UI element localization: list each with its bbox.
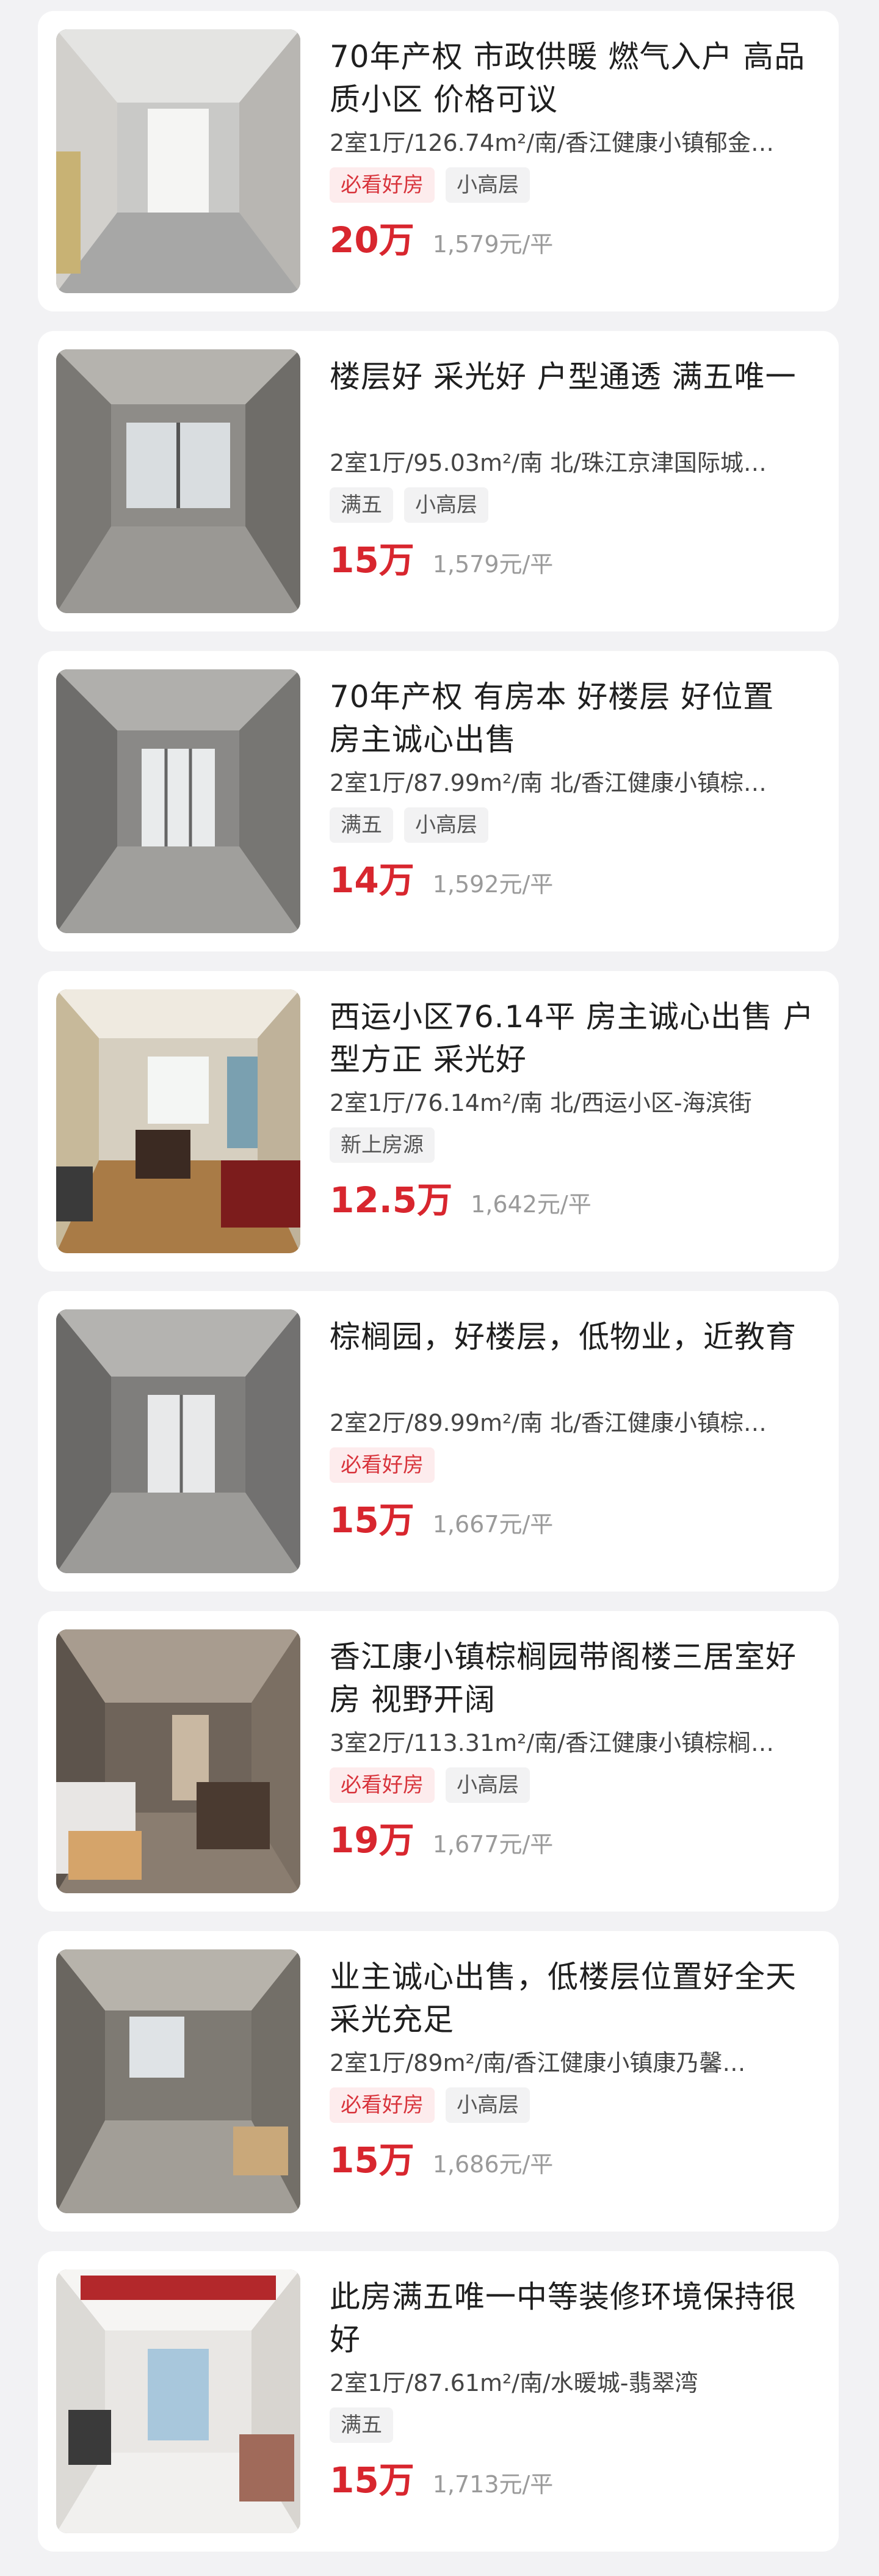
listing-photo[interactable] — [56, 669, 300, 933]
listing-tags: 必看好房 小高层 — [330, 2087, 814, 2123]
listing-title[interactable]: 西运小区76.14平 房主诚心出售 户型方正 采光好 — [330, 995, 814, 1081]
listing-card[interactable]: 70年产权 有房本 好楼层 好位置 房主诚心出售 2室1厅/87.99m²/南 … — [38, 651, 839, 951]
listing-tags: 必看好房 小高层 — [330, 167, 814, 203]
listing-title[interactable]: 此房满五唯一中等装修环境保持很好 — [330, 2276, 814, 2361]
listing-meta: 2室1厅/87.61m²/南/水暖城-翡翠湾 — [330, 2370, 698, 2396]
listing-photo[interactable] — [56, 29, 300, 293]
tag-must-see: 必看好房 — [330, 1447, 435, 1483]
tag-must-see: 必看好房 — [330, 2087, 435, 2123]
listing-photo[interactable] — [56, 349, 300, 613]
tag-floor-type: 小高层 — [446, 167, 530, 203]
listing-title[interactable]: 70年产权 市政供暖 燃气入户 高品质小区 价格可议 — [330, 35, 814, 121]
listing-tags: 满五 小高层 — [330, 487, 814, 523]
total-price: 19万 — [330, 1819, 414, 1861]
listing-meta: 3室2厅/113.31m²/南/香江健康小镇棕榈… — [330, 1730, 774, 1756]
unit-price: 1,642元/平 — [471, 1191, 591, 1218]
listing-tags: 新上房源 — [330, 1127, 814, 1163]
total-price: 14万 — [330, 859, 414, 901]
total-price: 12.5万 — [330, 1179, 453, 1221]
listing-photo[interactable] — [56, 1309, 300, 1573]
listing-tags: 满五 — [330, 2407, 814, 2443]
listing-card[interactable]: 业主诚心出售，低楼层位置好全天采光充足 2室1厅/89m²/南/香江健康小镇康乃… — [38, 1931, 839, 2232]
tag-five-years: 满五 — [330, 807, 393, 843]
listing-title[interactable]: 楼层好 采光好 户型通透 满五唯一 — [330, 355, 814, 441]
unit-price: 1,592元/平 — [432, 871, 554, 898]
tag-five-years: 满五 — [330, 2407, 393, 2443]
listing-list: 70年产权 市政供暖 燃气入户 高品质小区 价格可议 2室1厅/126.74m²… — [0, 0, 879, 2576]
listing-meta: 2室2厅/89.99m²/南 北/香江健康小镇棕… — [330, 1410, 767, 1436]
room-photo-image — [56, 1629, 300, 1893]
listing-photo[interactable] — [56, 1949, 300, 2213]
listing-meta: 2室1厅/76.14m²/南 北/西运小区-海滨街 — [330, 1090, 752, 1116]
room-photo-image — [56, 349, 300, 613]
tag-must-see: 必看好房 — [330, 1767, 435, 1803]
listing-meta: 2室1厅/87.99m²/南 北/香江健康小镇棕… — [330, 770, 767, 796]
listing-tags: 必看好房 小高层 — [330, 1767, 814, 1803]
room-photo-image — [56, 669, 300, 933]
listing-meta: 2室1厅/95.03m²/南 北/珠江京津国际城… — [330, 449, 767, 476]
listing-card[interactable]: 棕榈园，好楼层，低物业，近教育 2室2厅/89.99m²/南 北/香江健康小镇棕… — [38, 1291, 839, 1592]
room-photo-image — [56, 989, 300, 1253]
tag-must-see: 必看好房 — [330, 167, 435, 203]
room-photo-image — [56, 1949, 300, 2213]
listing-title[interactable]: 香江康小镇棕榈园带阁楼三居室好房 视野开阔 — [330, 1635, 814, 1721]
listing-card[interactable]: 70年产权 市政供暖 燃气入户 高品质小区 价格可议 2室1厅/126.74m²… — [38, 11, 839, 311]
total-price: 15万 — [330, 2139, 414, 2181]
listing-title[interactable]: 棕榈园，好楼层，低物业，近教育 — [330, 1315, 814, 1401]
total-price: 20万 — [330, 219, 414, 261]
listing-photo[interactable] — [56, 2269, 300, 2533]
unit-price: 1,579元/平 — [432, 231, 554, 258]
unit-price: 1,686元/平 — [432, 2151, 554, 2178]
tag-floor-type: 小高层 — [446, 2087, 530, 2123]
tag-floor-type: 小高层 — [404, 487, 488, 523]
listing-card[interactable]: 此房满五唯一中等装修环境保持很好 2室1厅/87.61m²/南/水暖城-翡翠湾 … — [38, 2251, 839, 2552]
listing-card[interactable]: 楼层好 采光好 户型通透 满五唯一 2室1厅/95.03m²/南 北/珠江京津国… — [38, 331, 839, 631]
unit-price: 1,667元/平 — [432, 1511, 554, 1538]
tag-new-listing: 新上房源 — [330, 1127, 435, 1163]
total-price: 15万 — [330, 2459, 414, 2501]
unit-price: 1,579元/平 — [432, 551, 554, 578]
room-photo-image — [56, 29, 300, 293]
listing-meta: 2室1厅/89m²/南/香江健康小镇康乃馨… — [330, 2050, 746, 2076]
tag-floor-type: 小高层 — [446, 1767, 530, 1803]
unit-price: 1,713元/平 — [432, 2471, 554, 2498]
listing-card[interactable]: 西运小区76.14平 房主诚心出售 户型方正 采光好 2室1厅/76.14m²/… — [38, 971, 839, 1272]
total-price: 15万 — [330, 539, 414, 581]
listing-title[interactable]: 70年产权 有房本 好楼层 好位置 房主诚心出售 — [330, 675, 814, 761]
room-photo-image — [56, 2269, 300, 2533]
tag-floor-type: 小高层 — [404, 807, 488, 843]
unit-price: 1,677元/平 — [432, 1831, 554, 1858]
total-price: 15万 — [330, 1499, 414, 1541]
listing-card[interactable]: 香江康小镇棕榈园带阁楼三居室好房 视野开阔 3室2厅/113.31m²/南/香江… — [38, 1611, 839, 1912]
tag-five-years: 满五 — [330, 487, 393, 523]
listing-photo[interactable] — [56, 989, 300, 1253]
listing-title[interactable]: 业主诚心出售，低楼层位置好全天采光充足 — [330, 1956, 814, 2041]
listing-tags: 满五 小高层 — [330, 807, 814, 843]
listing-tags: 必看好房 — [330, 1447, 814, 1483]
listing-meta: 2室1厅/126.74m²/南/香江健康小镇郁金… — [330, 129, 774, 156]
listing-photo[interactable] — [56, 1629, 300, 1893]
room-photo-image — [56, 1309, 300, 1573]
